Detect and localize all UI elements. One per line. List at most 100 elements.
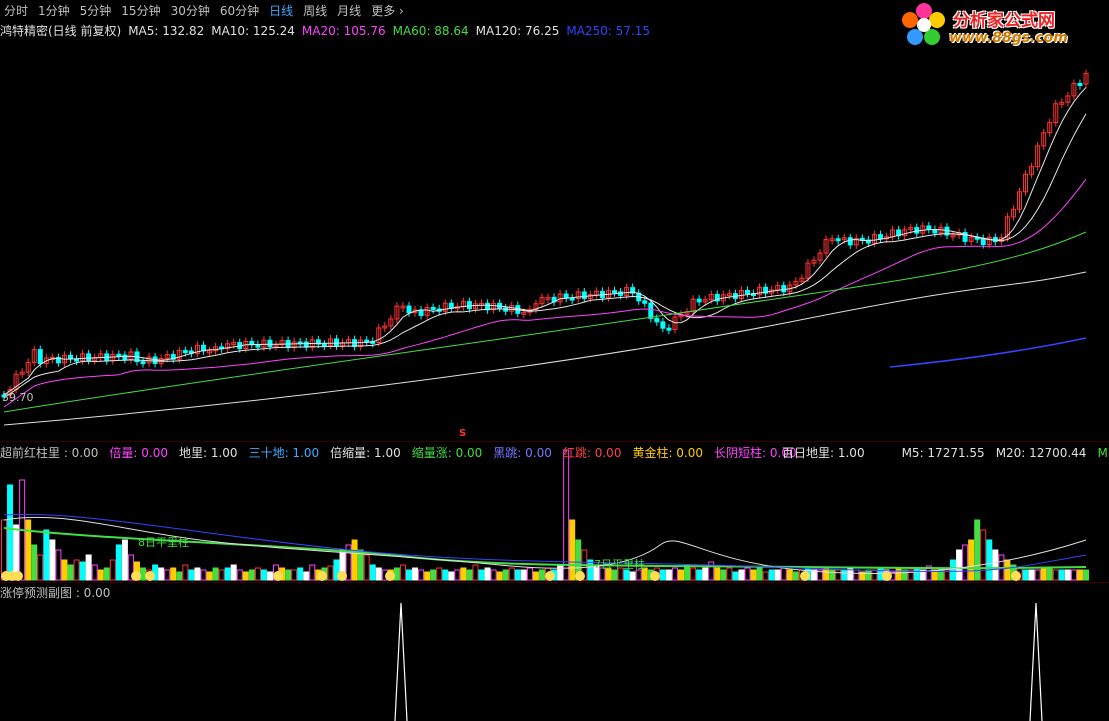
volume-bar (744, 567, 751, 581)
candle-body (660, 321, 666, 329)
candle-body (569, 297, 575, 301)
volume-bar (412, 567, 419, 581)
volume-bar (79, 561, 86, 581)
volume-bar (1070, 569, 1077, 581)
volume-bar (230, 564, 237, 581)
volume-bar (841, 569, 848, 581)
volume-bar (623, 569, 630, 581)
chart-canvas[interactable]: 8日平里柱 7日平里柱 (0, 0, 1109, 721)
volume-bar (526, 567, 533, 581)
smiley-marker-icon (13, 571, 23, 581)
candle-body (980, 237, 986, 246)
volume-bar (31, 544, 38, 581)
ma5-line (3, 87, 1087, 396)
volume-bar (508, 567, 515, 581)
panel-divider-2[interactable] (0, 582, 1109, 583)
smiley-marker-icon (800, 571, 810, 581)
volume-bar (1022, 569, 1029, 581)
smiley-marker-icon (882, 571, 892, 581)
volume-indicator-legend: 超前红柱里 : 0.00 倍量: 0.00 地里: 1.00 三十地: 1.00 倍缩量… (0, 444, 801, 461)
volume-bar (218, 569, 225, 581)
indicator-legend-item: 缩量涨: 0.00 (411, 446, 483, 460)
volume-bar (291, 569, 298, 581)
candle-body (744, 289, 750, 295)
volume-bar (635, 569, 642, 581)
candle-body (666, 327, 672, 331)
volume-bar (424, 571, 431, 581)
volume-bar (49, 539, 56, 581)
limit-up-spike (1029, 602, 1043, 721)
volume-bar (309, 564, 316, 581)
volume-bar (986, 539, 993, 581)
volume-bar (980, 529, 987, 581)
volume-bar (236, 569, 243, 581)
panel-divider-1[interactable] (0, 441, 1109, 442)
ma60-line (3, 231, 1087, 413)
smiley-marker-icon (317, 571, 327, 581)
volume-bar (25, 519, 32, 581)
volume-bar (466, 569, 473, 581)
volume-bar (85, 554, 92, 581)
smiley-marker-icon (545, 571, 555, 581)
indicator-legend-item: 地里: 1.00 (178, 446, 238, 460)
volume-bar (448, 571, 455, 581)
volume-bar (357, 549, 364, 581)
candle-body (1077, 83, 1083, 87)
volume-bar (140, 567, 147, 581)
indicator-legend-item: 红跳: 0.00 (562, 446, 622, 460)
indicator-legend-item: M20: 12700.44 (995, 445, 1087, 460)
candle-body (321, 343, 327, 347)
volume-bar (738, 569, 745, 581)
candle-body (581, 291, 587, 299)
volume-bar (176, 571, 183, 581)
volume-bar (714, 567, 721, 581)
volume-bar (405, 569, 412, 581)
candle-body (74, 358, 80, 362)
indicator-legend-item: M55: 755 (1097, 445, 1109, 460)
volume-bar (97, 569, 104, 581)
volume-bar (454, 569, 461, 581)
smiley-marker-icon (337, 571, 347, 581)
indicator-legend-item: 三十地: 1.00 (248, 446, 320, 460)
volume-bar (732, 571, 739, 581)
volume-bar (248, 569, 255, 581)
smiley-marker-icon (575, 571, 585, 581)
volume-bar (1058, 569, 1065, 581)
volume-bar (569, 519, 576, 581)
volume-bar (67, 564, 74, 581)
volume-bar (393, 567, 400, 581)
volume-bar (756, 567, 763, 581)
volume-bar (696, 569, 703, 581)
volume-bar (962, 544, 969, 581)
candle-body (86, 353, 92, 361)
volume-bar (297, 567, 304, 581)
volume-bar (1028, 569, 1035, 581)
volume-bar (418, 569, 425, 581)
volume-indicator-legend-right: 百日地里: 1.00 M5: 17271.55 M20: 12700.44 M55: … (782, 444, 1109, 461)
volume-bar (956, 549, 963, 581)
volume-bar (327, 565, 334, 581)
limit-up-spike (394, 602, 408, 721)
candle-body (122, 354, 128, 361)
volume-bar (375, 567, 382, 581)
volume-bar (7, 484, 14, 581)
candle-body (406, 305, 412, 314)
volume-bar (502, 569, 509, 581)
volume-bar (496, 571, 503, 581)
volume-bar (538, 569, 545, 581)
smiley-marker-icon (650, 571, 660, 581)
candle-body (333, 338, 339, 347)
smiley-marker-icon (145, 571, 155, 581)
volume-bar (992, 549, 999, 581)
ma10-line (3, 113, 1087, 399)
volume-bar (484, 567, 491, 581)
volume-bar (786, 569, 793, 581)
indicator-legend-item: M5: 17271.55 (901, 445, 985, 460)
volume-bar (182, 564, 189, 581)
volume-bar (164, 569, 171, 581)
volume-bar (514, 569, 521, 581)
volume-bar (720, 569, 727, 581)
volume-bar (684, 564, 691, 581)
candle-body (696, 298, 702, 303)
volume-bar (369, 564, 376, 581)
